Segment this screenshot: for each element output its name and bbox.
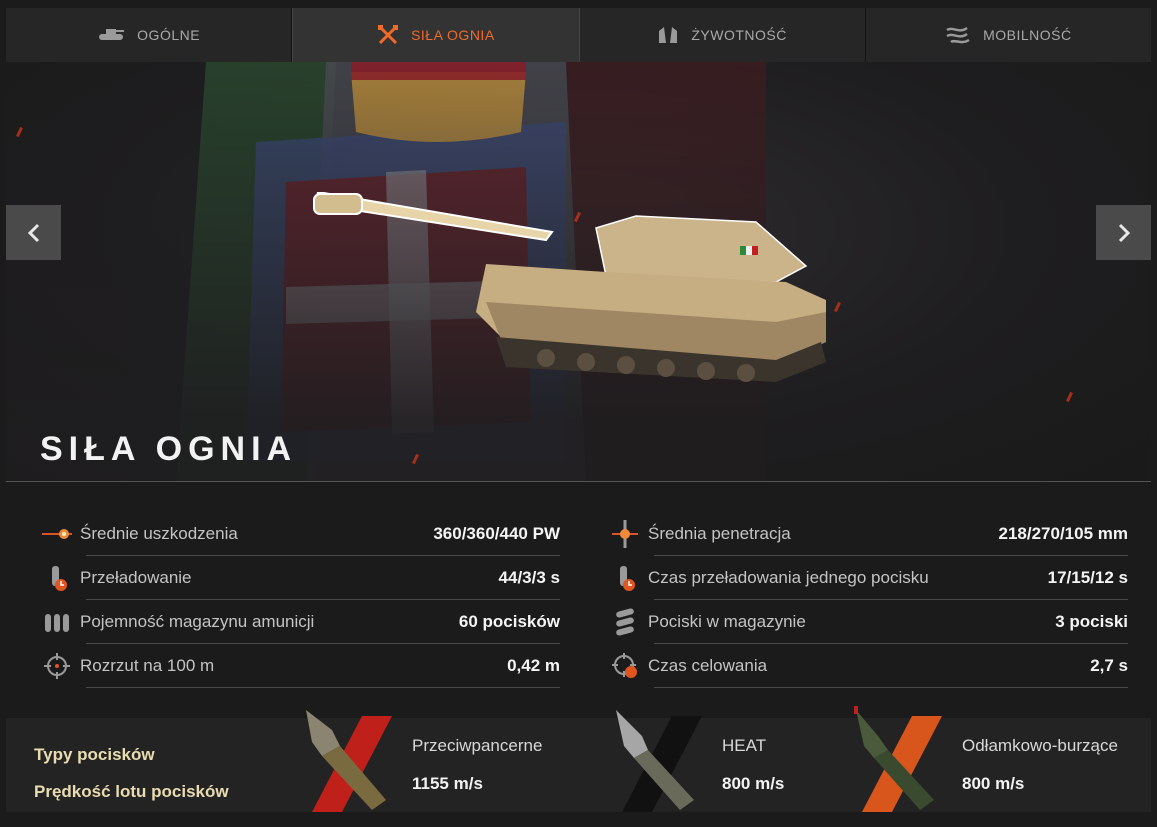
shell-item: Przeciwpancerne 1155 m/s bbox=[302, 710, 602, 812]
stat-row: Średnia penetracja 218/270/105 mm bbox=[602, 512, 1128, 556]
stat-value: 218/270/105 mm bbox=[998, 524, 1129, 543]
tab-survivability-label: ŻYWOTNOŚĆ bbox=[691, 27, 787, 43]
shell-item: Odłamkowo-burzące 800 m/s bbox=[852, 706, 1147, 812]
stat-row: Pojemność magazynu amunicji 60 pocisków bbox=[34, 600, 560, 644]
aim-time-icon bbox=[602, 651, 648, 681]
stat-value: 0,42 m bbox=[507, 656, 560, 675]
stat-label: Średnia penetracja bbox=[648, 524, 791, 543]
tank-icon bbox=[99, 29, 125, 40]
tab-general[interactable]: OGÓLNE bbox=[6, 8, 293, 62]
tab-bar: OGÓLNE SIŁA OGNIA ŻYWOTNOŚĆ MOBILNOŚĆ bbox=[6, 8, 1151, 62]
shell-name: HEAT bbox=[722, 736, 767, 755]
stat-value: 3 pociski bbox=[1055, 612, 1128, 631]
stat-value: 17/15/12 s bbox=[1047, 568, 1128, 587]
stat-label: Przeładowanie bbox=[80, 568, 192, 587]
stat-row: Czas celowania 2,7 s bbox=[602, 644, 1128, 688]
shells-legend: Typy pocisków Prędkość lotu pocisków bbox=[34, 736, 229, 810]
shell-name: Przeciwpancerne bbox=[412, 736, 543, 755]
stat-value: 2,7 s bbox=[1090, 656, 1128, 675]
shell-speed-label: Prędkość lotu pocisków bbox=[34, 782, 229, 801]
stat-row: Rozrzut na 100 m 0,42 m bbox=[34, 644, 560, 688]
crossed-guns-icon bbox=[378, 25, 399, 45]
stat-label: Średnie uszkodzenia bbox=[80, 524, 238, 543]
damage-icon bbox=[34, 524, 80, 544]
stats-left-column: Średnie uszkodzenia 360/360/440 PW Przeł… bbox=[34, 512, 560, 688]
stat-value: 60 pocisków bbox=[458, 612, 560, 631]
stat-label: Pojemność magazynu amunicji bbox=[80, 612, 315, 631]
hero-panel: SIŁA OGNIA bbox=[6, 62, 1151, 482]
section-title: SIŁA OGNIA bbox=[40, 430, 298, 468]
shell-speed: 800 m/s bbox=[722, 774, 785, 793]
shell-item: HEAT 800 m/s bbox=[612, 710, 852, 812]
next-button[interactable] bbox=[1096, 205, 1151, 260]
stat-row: Czas przeładowania jednego pocisku 17/15… bbox=[602, 556, 1128, 600]
stat-label: Pociski w magazynie bbox=[648, 612, 806, 631]
shell-reload-icon bbox=[602, 562, 648, 594]
heat-shell-icon bbox=[616, 710, 702, 812]
stat-label: Czas celowania bbox=[648, 656, 768, 675]
stats-right-column: Średnia penetracja 218/270/105 mm Czas p… bbox=[602, 512, 1128, 688]
stat-row: Pociski w magazynie 3 pociski bbox=[602, 600, 1128, 644]
stat-row: Średnie uszkodzenia 360/360/440 PW bbox=[34, 512, 560, 556]
stat-label: Rozrzut na 100 m bbox=[80, 656, 215, 675]
dispersion-icon bbox=[34, 651, 80, 681]
wind-icon bbox=[946, 26, 970, 44]
reload-icon bbox=[34, 562, 80, 594]
shell-speed: 1155 m/s bbox=[412, 774, 483, 793]
prev-button[interactable] bbox=[6, 205, 61, 260]
section-divider bbox=[6, 481, 1151, 482]
he-shell-icon bbox=[854, 706, 942, 812]
ap-shell-icon bbox=[306, 710, 392, 812]
chevron-right-icon bbox=[1118, 223, 1130, 242]
tab-mobility-label: MOBILNOŚĆ bbox=[983, 27, 1072, 43]
armor-icon bbox=[659, 27, 678, 43]
tab-mobility[interactable]: MOBILNOŚĆ bbox=[866, 8, 1151, 62]
chevron-left-icon bbox=[27, 223, 39, 242]
tab-survivability[interactable]: ŻYWOTNOŚĆ bbox=[580, 8, 866, 62]
tab-firepower[interactable]: SIŁA OGNIA bbox=[292, 8, 580, 62]
magazine-icon bbox=[602, 607, 648, 637]
shell-types-label: Typy pocisków bbox=[34, 745, 155, 764]
stat-row: Przeładowanie 44/3/3 s bbox=[34, 556, 560, 600]
shell-name: Odłamkowo-burzące bbox=[962, 736, 1118, 755]
ammo-icon bbox=[34, 610, 80, 634]
stat-label: Czas przeładowania jednego pocisku bbox=[648, 568, 929, 587]
tab-firepower-label: SIŁA OGNIA bbox=[411, 27, 495, 43]
penetration-icon bbox=[602, 518, 648, 550]
tab-general-label: OGÓLNE bbox=[137, 27, 201, 43]
stat-value: 44/3/3 s bbox=[498, 568, 560, 587]
shells-panel: Typy pocisków Prędkość lotu pocisków Prz… bbox=[6, 706, 1151, 812]
stat-value: 360/360/440 PW bbox=[433, 524, 560, 543]
shell-speed: 800 m/s bbox=[962, 774, 1025, 793]
